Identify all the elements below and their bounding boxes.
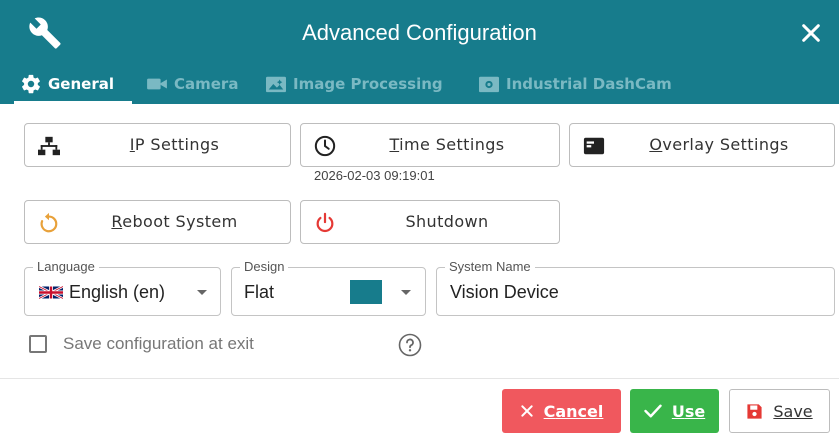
design-select[interactable]: Design Flat <box>231 259 426 316</box>
image-processing-icon <box>266 76 286 93</box>
save-label: Save <box>773 401 813 421</box>
title-bar: Advanced Configuration <box>0 0 839 64</box>
active-tab-indicator <box>14 101 132 104</box>
system-name-field[interactable]: System Name Vision Device <box>436 259 835 316</box>
tab-bar: General Camera Image Processing Industri… <box>0 64 839 104</box>
floppy-disk-icon <box>747 403 762 419</box>
design-legend: Design <box>240 259 289 274</box>
ip-settings-label: IP Settings <box>129 135 220 154</box>
cancel-label: Cancel <box>543 401 604 421</box>
time-settings-label: Time Settings <box>389 135 505 154</box>
current-time-value: 2026-02-03 09:19:01 <box>314 168 435 183</box>
footer-divider <box>0 378 839 379</box>
save-button[interactable]: Save <box>729 389 830 433</box>
language-value: English (en) <box>69 282 166 302</box>
language-legend: Language <box>33 259 99 274</box>
tab-general-label: General <box>48 75 114 93</box>
tab-industrial-dashcam[interactable]: Industrial DashCam <box>478 64 672 104</box>
overlay-icon <box>583 137 605 155</box>
network-icon <box>38 136 60 156</box>
language-select[interactable]: Language English (en) <box>24 259 221 316</box>
video-camera-icon <box>147 78 167 90</box>
tab-camera-label: Camera <box>174 75 239 93</box>
overlay-settings-label: Overlay Settings <box>649 135 789 154</box>
uk-flag-icon <box>39 285 63 300</box>
tab-general[interactable]: General <box>20 64 114 104</box>
save-on-exit-checkbox[interactable] <box>29 335 47 353</box>
dialog-title: Advanced Configuration <box>302 20 537 45</box>
overlay-settings-button[interactable]: Overlay Settings <box>569 123 835 167</box>
reboot-system-label: Reboot System <box>111 212 238 231</box>
system-name-legend: System Name <box>445 259 535 274</box>
power-icon <box>316 212 334 233</box>
tab-industrial-dashcam-label: Industrial DashCam <box>506 75 672 93</box>
design-value: Flat <box>244 282 275 302</box>
reboot-icon <box>40 212 58 233</box>
help-icon[interactable] <box>398 333 422 357</box>
time-settings-button[interactable]: Time Settings <box>300 123 560 167</box>
chevron-down-icon[interactable] <box>401 290 411 295</box>
tab-image-processing[interactable]: Image Processing <box>265 64 443 104</box>
dashcam-icon <box>479 76 499 93</box>
tab-camera[interactable]: Camera <box>146 64 238 104</box>
tab-image-processing-label: Image Processing <box>293 75 443 93</box>
close-icon[interactable] <box>800 22 822 44</box>
x-icon <box>520 405 533 417</box>
gear-icon <box>22 74 40 94</box>
advanced-configuration-dialog: Advanced Configuration General Camera Im… <box>0 0 839 439</box>
design-color-swatch <box>350 280 382 304</box>
cancel-button[interactable]: Cancel <box>502 389 621 433</box>
shutdown-label: Shutdown <box>405 212 489 231</box>
check-icon <box>644 404 662 418</box>
shutdown-button[interactable]: Shutdown <box>300 200 560 244</box>
use-label: Use <box>671 401 706 421</box>
reboot-system-button[interactable]: Reboot System <box>24 200 291 244</box>
clock-icon <box>314 135 336 157</box>
save-on-exit-label: Save configuration at exit <box>63 334 254 353</box>
ip-settings-button[interactable]: IP Settings <box>24 123 291 167</box>
chevron-down-icon[interactable] <box>197 290 207 295</box>
use-button[interactable]: Use <box>630 389 719 433</box>
system-name-value[interactable]: Vision Device <box>450 282 559 303</box>
